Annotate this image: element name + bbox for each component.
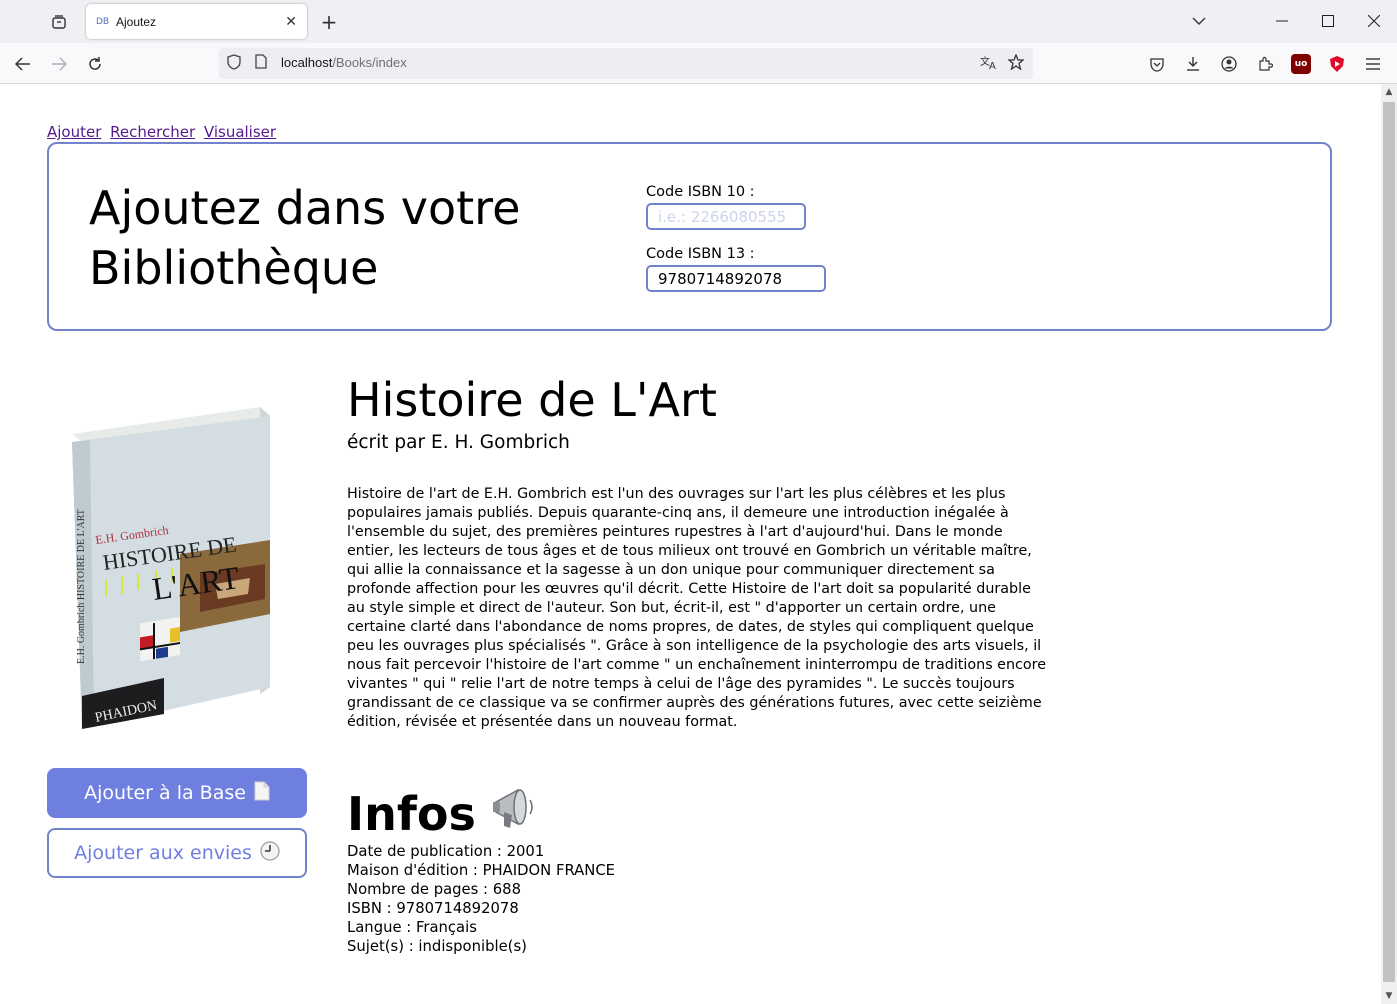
scroll-up-arrow-icon[interactable]: ▲ <box>1381 84 1397 100</box>
svg-text:A: A <box>989 61 996 70</box>
add-to-base-label: Ajouter à la Base <box>84 782 246 804</box>
book-title: Histoire de L'Art <box>347 373 717 427</box>
megaphone-icon <box>490 782 540 846</box>
isbn10-input[interactable] <box>646 203 806 230</box>
downloads-icon[interactable] <box>1183 54 1203 74</box>
video-extension-icon[interactable] <box>1327 54 1347 74</box>
clock-icon <box>260 840 280 866</box>
forward-arrow-icon[interactable] <box>45 50 73 78</box>
infos-heading-text: Infos <box>347 787 476 841</box>
maximize-icon[interactable] <box>1308 6 1348 36</box>
reload-icon[interactable] <box>81 50 109 78</box>
browser-titlebar: DB Ajoutez ✕ + <box>0 0 1397 43</box>
isbn10-label: Code ISBN 10 : <box>646 184 755 200</box>
book-cover-image: E.H. Gombrich HISTOIRE DE L'ART E.H. Gom… <box>60 404 280 734</box>
hamburger-menu-icon[interactable] <box>1363 54 1383 74</box>
page-scrollbar[interactable]: ▲ ▼ <box>1381 84 1397 1004</box>
add-to-wishlist-button[interactable]: Ajouter aux envies <box>47 828 307 878</box>
ublock-origin-icon[interactable]: uo <box>1291 54 1311 74</box>
info-page-count: Nombre de pages : 688 <box>347 881 521 898</box>
isbn13-input[interactable] <box>646 265 826 292</box>
back-arrow-icon[interactable] <box>9 50 37 78</box>
infos-list: Date de publication : 2001 Maison d'édit… <box>347 842 615 956</box>
tab-title: Ajoutez <box>116 14 157 29</box>
scroll-down-arrow-icon[interactable]: ▼ <box>1381 988 1397 1004</box>
book-description: Histoire de l'art de E.H. Gombrich est l… <box>347 486 1047 730</box>
top-nav: Ajouter Rechercher Visualiser <box>47 123 280 141</box>
isbn13-label: Code ISBN 13 : <box>646 246 755 262</box>
tab-favicon-icon: DB <box>96 16 110 27</box>
infos-heading: Infos <box>347 782 540 846</box>
document-icon <box>254 781 270 806</box>
minimize-icon[interactable] <box>1262 6 1302 36</box>
add-panel-heading: Ajoutez dans votre Bibliothèque <box>89 181 521 295</box>
tracking-shield-icon[interactable] <box>227 54 241 74</box>
account-icon[interactable] <box>1219 54 1239 74</box>
info-subjects: Sujet(s) : indisponible(s) <box>347 938 527 955</box>
nav-link-rechercher[interactable]: Rechercher <box>110 123 195 141</box>
page-info-icon[interactable] <box>255 54 267 73</box>
nav-link-ajouter[interactable]: Ajouter <box>47 123 101 141</box>
info-publisher: Maison d'édition : PHAIDON FRANCE <box>347 862 616 879</box>
tab-close-icon[interactable]: ✕ <box>285 14 297 30</box>
cover-spine-text: E.H. Gombrich HISTOIRE DE L'ART <box>76 509 87 664</box>
book-author: écrit par E. H. Gombrich <box>347 432 570 453</box>
new-tab-icon[interactable]: + <box>316 9 342 35</box>
info-isbn: ISBN : 9780714892078 <box>347 900 519 917</box>
url-text[interactable]: localhost/Books/index <box>281 55 407 70</box>
scroll-thumb[interactable] <box>1383 102 1395 982</box>
browser-tab-active[interactable]: DB Ajoutez ✕ <box>86 4 307 39</box>
close-window-icon[interactable] <box>1354 6 1394 36</box>
nav-link-visualiser[interactable]: Visualiser <box>204 123 276 141</box>
firefox-view-icon[interactable] <box>44 8 74 36</box>
tab-list-chevron-icon[interactable] <box>1179 6 1219 36</box>
bookmark-star-icon[interactable] <box>1007 53 1025 74</box>
info-publication-date: Date de publication : 2001 <box>347 843 545 860</box>
browser-toolbar: localhost/Books/index 文A uo <box>0 43 1397 84</box>
pocket-icon[interactable] <box>1147 54 1167 74</box>
extensions-puzzle-icon[interactable] <box>1255 54 1275 74</box>
url-bar[interactable]: localhost/Books/index 文A <box>219 48 1033 79</box>
page-content: Ajouter Rechercher Visualiser Ajoutez da… <box>0 84 1381 1004</box>
add-to-base-button[interactable]: Ajouter à la Base <box>47 768 307 818</box>
info-language: Langue : Français <box>347 919 477 936</box>
add-to-wishlist-label: Ajouter aux envies <box>74 842 252 864</box>
translate-icon[interactable]: 文A <box>980 54 998 74</box>
add-book-panel: Ajoutez dans votre Bibliothèque Code ISB… <box>47 142 1332 331</box>
